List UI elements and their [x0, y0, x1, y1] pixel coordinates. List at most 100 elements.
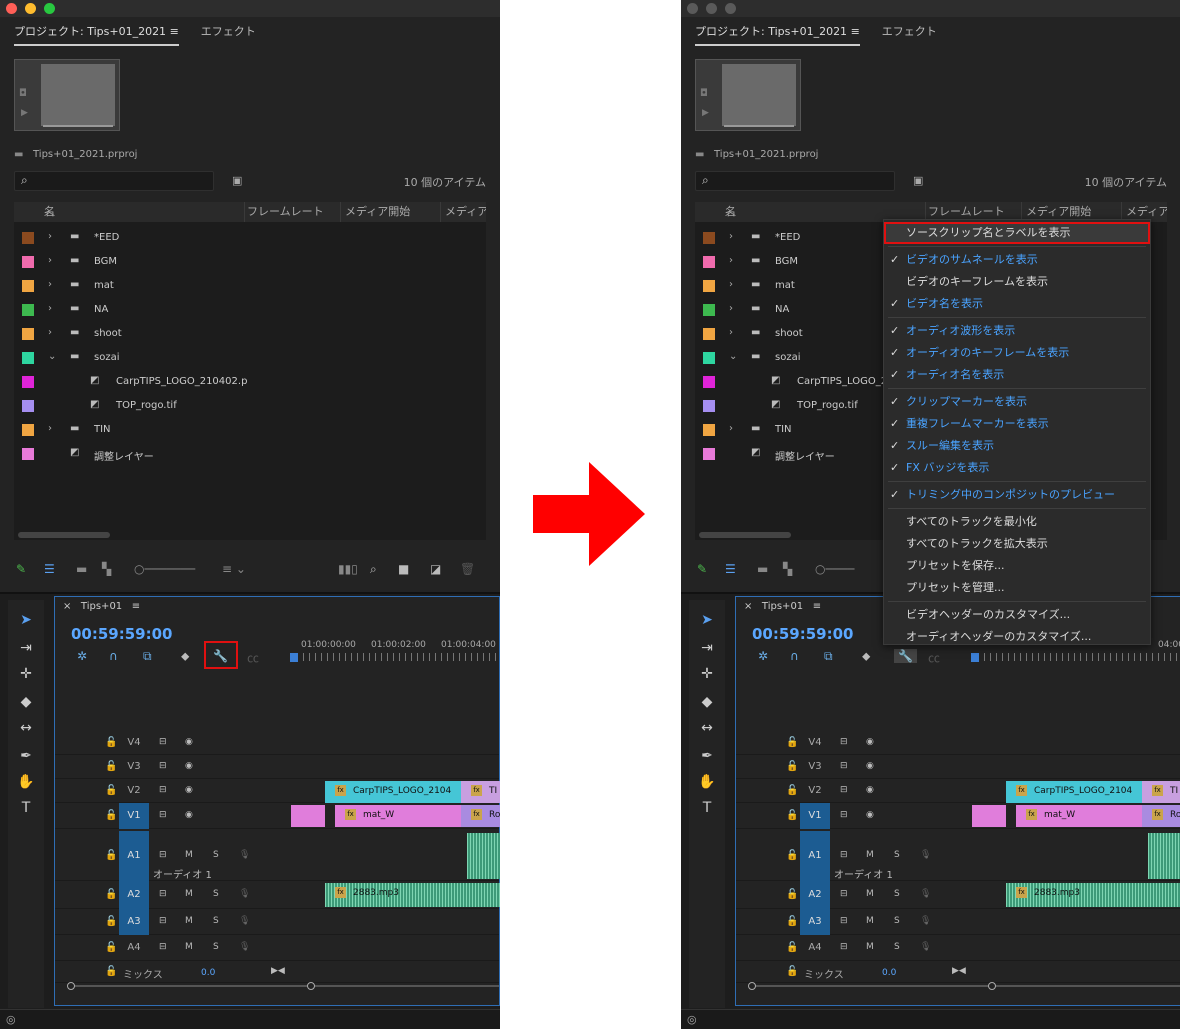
track-target-v2[interactable]: V2: [119, 779, 149, 803]
chevron-right-icon[interactable]: ›: [48, 279, 52, 290]
sync-lock-icon[interactable]: ⊟: [159, 761, 167, 771]
clip-logo[interactable]: fx CarpTIPS_LOGO_2104: [1006, 781, 1142, 803]
sync-lock-icon[interactable]: ⊟: [159, 942, 167, 952]
lock-icon[interactable]: 🔓: [105, 889, 117, 900]
sync-lock-icon[interactable]: ⊟: [840, 850, 848, 860]
zoom-slider[interactable]: ○───────: [134, 562, 195, 576]
tab-project[interactable]: プロジェクト: Tips+01_2021 ≡: [14, 22, 179, 46]
eye-icon[interactable]: ◉: [866, 761, 874, 771]
track-target-v3[interactable]: V3: [800, 755, 830, 779]
mute-button[interactable]: M: [185, 942, 193, 952]
lock-icon[interactable]: 🔓: [786, 850, 798, 861]
microphone-icon[interactable]: 🎙: [239, 942, 250, 952]
color-label-swatch[interactable]: [22, 328, 34, 340]
lock-icon[interactable]: 🔓: [105, 850, 117, 861]
pen-tool-icon[interactable]: ✒: [689, 748, 725, 764]
color-label-swatch[interactable]: [703, 448, 715, 460]
color-label-swatch[interactable]: [703, 256, 715, 268]
color-label-swatch[interactable]: [703, 424, 715, 436]
track-target-a2[interactable]: A2: [119, 881, 149, 909]
menu-item[interactable]: すべてのトラックを最小化: [884, 511, 1150, 533]
nest-icon[interactable]: ✲: [758, 649, 768, 663]
menu-item[interactable]: ✓ オーディオのキーフレームを表示: [884, 342, 1150, 364]
color-label-swatch[interactable]: [703, 400, 715, 412]
color-label-swatch[interactable]: [22, 376, 34, 388]
sync-lock-icon[interactable]: ⊟: [159, 737, 167, 747]
chevron-right-icon[interactable]: ›: [48, 231, 52, 242]
chevron-right-icon[interactable]: ›: [729, 279, 733, 290]
sort-ascending-icon[interactable]: ︿: [725, 202, 736, 222]
ripple-edit-tool-icon[interactable]: ✛: [689, 666, 725, 682]
trash-icon[interactable]: 🗑: [460, 562, 475, 576]
column-media-start[interactable]: メディア開始: [340, 202, 410, 222]
menu-item[interactable]: オーディオヘッダーのカスタマイズ...: [884, 626, 1150, 648]
eye-icon[interactable]: ◉: [866, 737, 874, 747]
color-label-swatch[interactable]: [22, 352, 34, 364]
time-ruler[interactable]: 01:00:00:00 01:00:02:00 01:00:04:00: [291, 637, 499, 665]
search-input[interactable]: ⌕: [695, 171, 895, 191]
new-search-bin-icon[interactable]: ▣: [232, 174, 242, 187]
menu-item[interactable]: プリセットを管理...: [884, 577, 1150, 599]
clip-ro[interactable]: fx Ro: [1142, 805, 1180, 827]
track-select-tool-icon[interactable]: ⇥: [8, 640, 44, 656]
track-target-v4[interactable]: V4: [119, 731, 149, 755]
lock-icon[interactable]: 🔓: [786, 761, 798, 772]
clip-audio-a1[interactable]: [1148, 833, 1180, 879]
track-target-a1[interactable]: A1: [119, 831, 149, 881]
solo-button[interactable]: S: [213, 850, 219, 860]
track-target-v4[interactable]: V4: [800, 731, 830, 755]
eye-icon[interactable]: ◉: [866, 810, 874, 820]
clip-video-start[interactable]: [291, 805, 325, 827]
timecode-display[interactable]: 00:59:59:00: [752, 625, 854, 643]
zoom-window-button[interactable]: [725, 3, 736, 14]
eye-icon[interactable]: ◉: [185, 737, 193, 747]
menu-item[interactable]: すべてのトラックを拡大表示: [884, 533, 1150, 555]
list-view-icon[interactable]: ☰: [725, 562, 736, 576]
minimize-window-button[interactable]: [706, 3, 717, 14]
mix-value[interactable]: 0.0: [201, 968, 215, 978]
lock-icon[interactable]: 🔓: [786, 810, 798, 821]
list-item[interactable]: › ▬ shoot: [14, 322, 486, 346]
play-icon[interactable]: ▶: [702, 108, 709, 118]
menu-item[interactable]: ✓ スルー編集を表示: [884, 435, 1150, 457]
track-target-a2[interactable]: A2: [800, 881, 830, 909]
color-label-swatch[interactable]: [22, 232, 34, 244]
microphone-icon[interactable]: 🎙: [239, 889, 250, 899]
chevron-right-icon[interactable]: ›: [729, 255, 733, 266]
solo-button[interactable]: S: [213, 916, 219, 926]
clip-video-start[interactable]: [972, 805, 1006, 827]
clip-audio-a1[interactable]: [467, 833, 500, 879]
tab-project[interactable]: プロジェクト: Tips+01_2021 ≡: [695, 22, 860, 46]
menu-item[interactable]: ✓ オーディオ波形を表示: [884, 320, 1150, 342]
timeline-scrollbar[interactable]: [748, 982, 1180, 990]
menu-item[interactable]: ビデオのキーフレームを表示: [884, 271, 1150, 293]
snap-icon[interactable]: ∩: [790, 649, 799, 663]
microphone-icon[interactable]: 🎙: [239, 850, 250, 860]
mute-button[interactable]: M: [866, 850, 874, 860]
mix-value[interactable]: 0.0: [882, 968, 896, 978]
nest-icon[interactable]: ✲: [77, 649, 87, 663]
list-item[interactable]: › ▬ mat: [14, 274, 486, 298]
chevron-right-icon[interactable]: ›: [729, 327, 733, 338]
sequence-tab[interactable]: × Tips+01 ≡: [744, 601, 821, 612]
list-item[interactable]: ⌄ ▬ sozai: [14, 346, 486, 370]
mute-button[interactable]: M: [185, 850, 193, 860]
color-label-swatch[interactable]: [22, 304, 34, 316]
color-label-swatch[interactable]: [703, 352, 715, 364]
pen-tool-icon[interactable]: ✒: [8, 748, 44, 764]
type-tool-icon[interactable]: T: [8, 800, 44, 816]
lock-icon[interactable]: 🔓: [786, 916, 798, 927]
close-window-button[interactable]: [687, 3, 698, 14]
sync-lock-icon[interactable]: ⊟: [840, 916, 848, 926]
microphone-icon[interactable]: 🎙: [920, 942, 931, 952]
timecode-display[interactable]: 00:59:59:00: [71, 625, 173, 643]
menu-item[interactable]: ✓ FX バッジを表示: [884, 457, 1150, 479]
menu-item[interactable]: ✓ ビデオのサムネールを表示: [884, 249, 1150, 271]
creative-cloud-icon[interactable]: ◎: [6, 1013, 16, 1026]
chevron-down-icon[interactable]: ⌄: [729, 351, 737, 362]
panel-divider[interactable]: [0, 592, 500, 594]
mute-button[interactable]: M: [866, 942, 874, 952]
sync-lock-icon[interactable]: ⊟: [840, 889, 848, 899]
sync-lock-icon[interactable]: ⊟: [159, 916, 167, 926]
clip-mat-w[interactable]: fx mat_W: [1016, 805, 1142, 827]
